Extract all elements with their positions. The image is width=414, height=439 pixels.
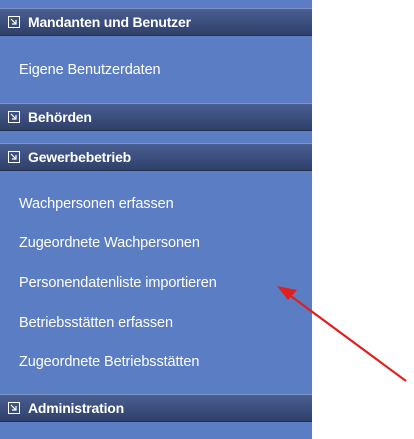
menu-item-label: Betriebsstätten erfassen (19, 315, 173, 331)
section-header-mandanten-und-benutzer[interactable]: Mandanten und Benutzer (0, 8, 312, 36)
section-label: Gewerbebetrieb (28, 149, 132, 165)
navigation-menu: Mandanten und Benutzer Eigene Benutzerda… (0, 0, 312, 439)
menu-item-zugeordnete-wachpersonen[interactable]: Zugeordnete Wachpersonen (0, 227, 312, 259)
menu-item-label: Zugeordnete Betriebsstätten (19, 354, 200, 370)
section-header-behoerden[interactable]: Behörden (0, 103, 312, 131)
collapse-arrow-icon (8, 16, 20, 28)
menu-item-label: Wachpersonen erfassen (19, 196, 174, 212)
menu-item-eigene-benutzerdaten[interactable]: Eigene Benutzerdaten (0, 54, 312, 86)
menu-item-betriebsstaetten-erfassen[interactable]: Betriebsstätten erfassen (0, 307, 312, 339)
menu-item-zugeordnete-betriebsstaetten[interactable]: Zugeordnete Betriebsstätten (0, 346, 312, 378)
section-label: Mandanten und Benutzer (28, 14, 191, 30)
section-label: Behörden (28, 109, 92, 125)
menu-item-label: Personendatenliste importieren (19, 275, 217, 291)
section-header-gewerbebetrieb[interactable]: Gewerbebetrieb (0, 143, 312, 171)
menu-item-personendatenliste-importieren[interactable]: Personendatenliste importieren (0, 267, 312, 299)
menu-item-label: Zugeordnete Wachpersonen (19, 235, 200, 251)
section-header-administration[interactable]: Administration (0, 394, 312, 422)
nav-bottom-strip (0, 426, 312, 439)
menu-item-wachpersonen-erfassen[interactable]: Wachpersonen erfassen (0, 188, 312, 220)
collapse-arrow-icon (8, 111, 20, 123)
collapse-arrow-icon (8, 402, 20, 414)
menu-item-label: Eigene Benutzerdaten (19, 62, 161, 78)
section-label: Administration (28, 400, 124, 416)
collapse-arrow-icon (8, 151, 20, 163)
